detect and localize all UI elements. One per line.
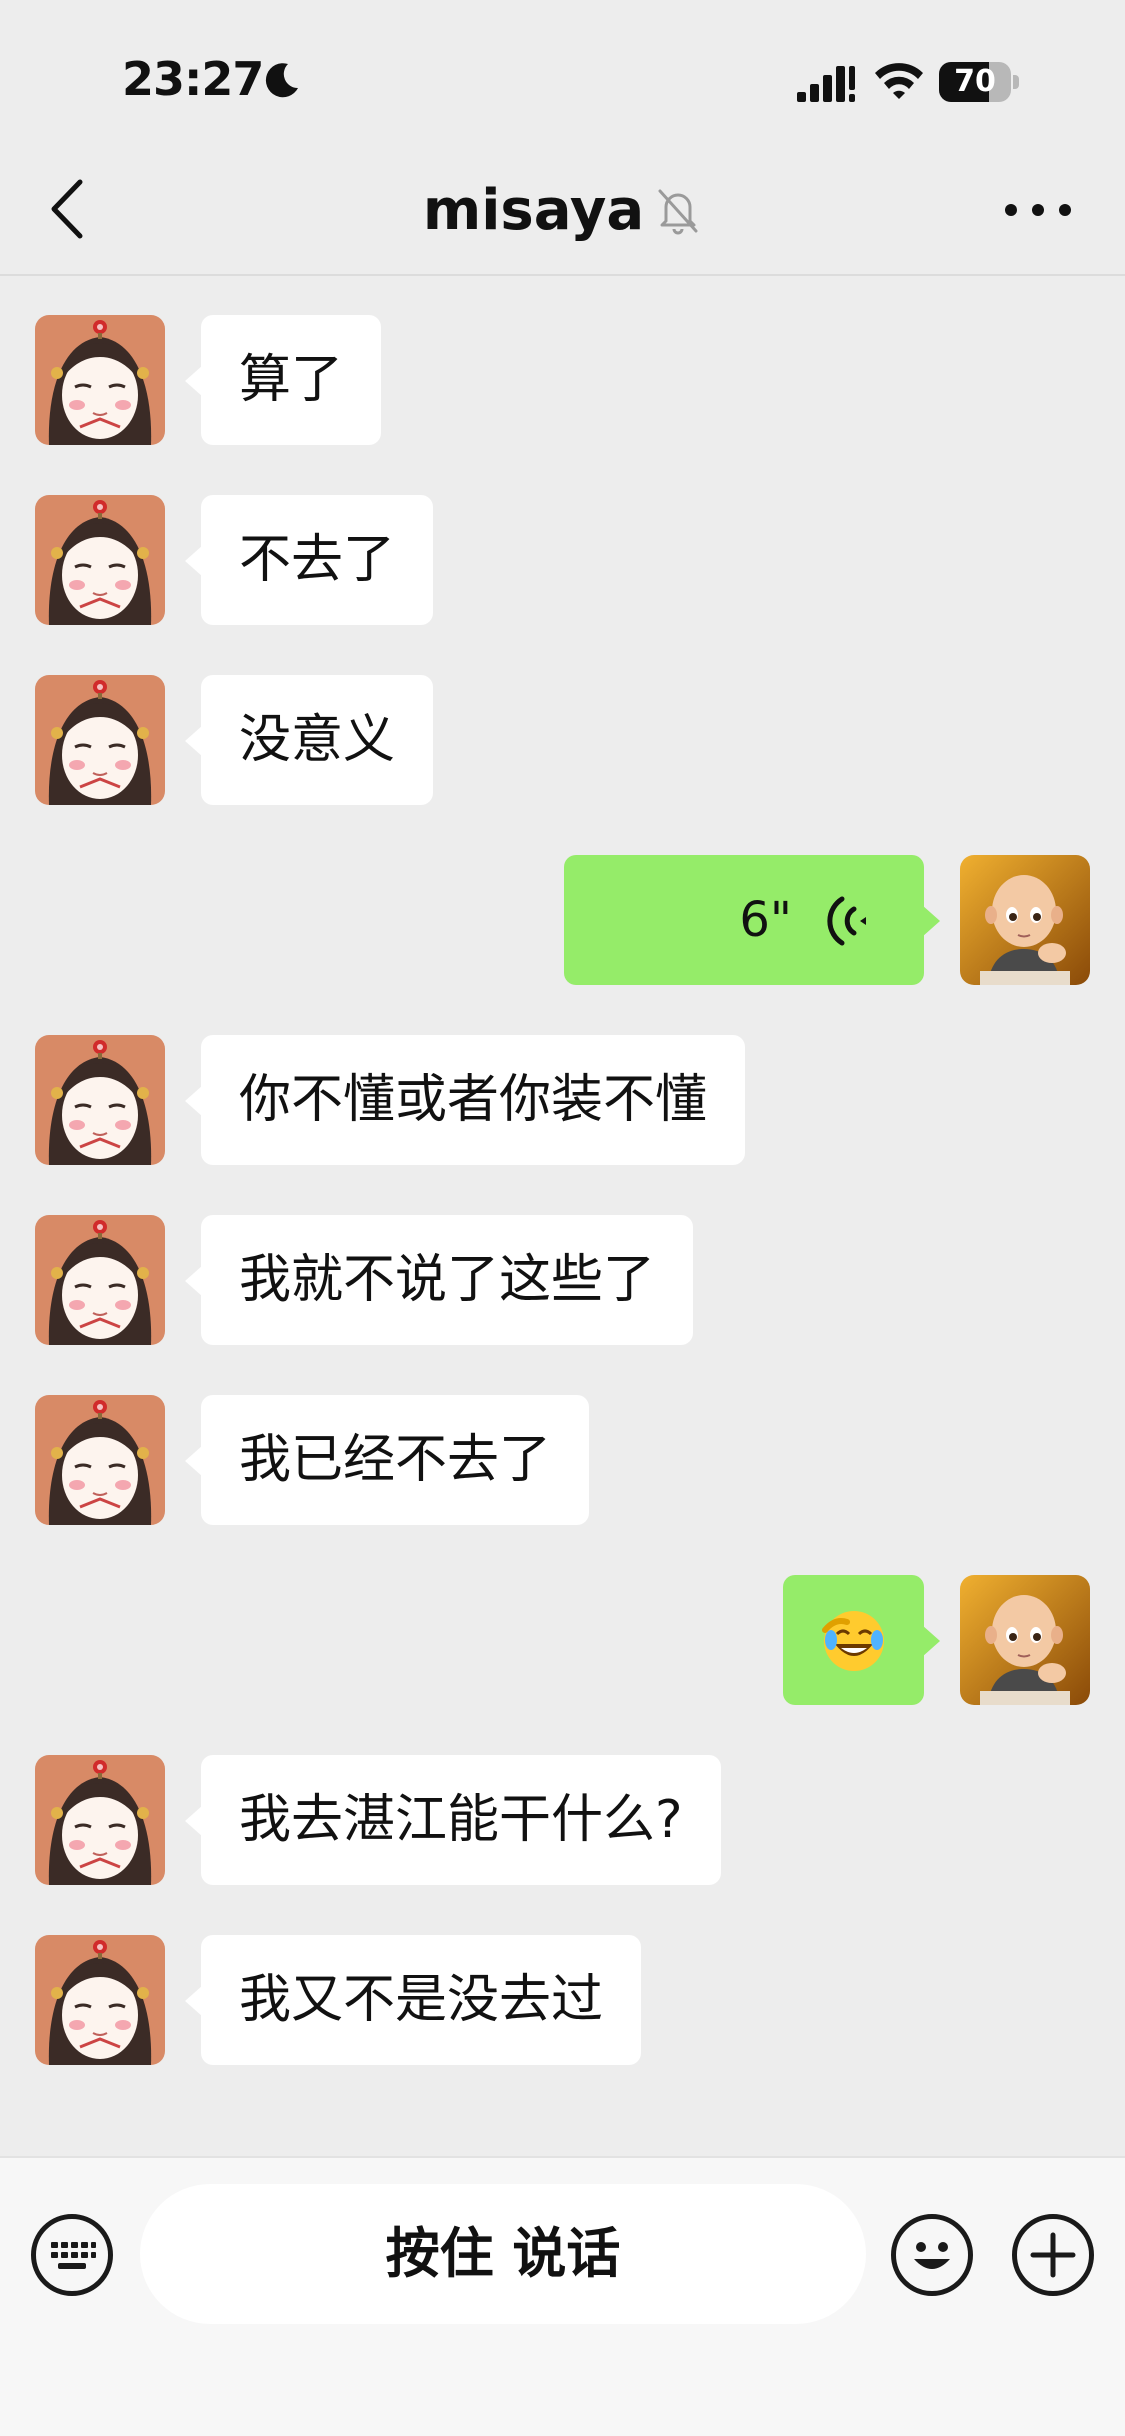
bell-slash-icon — [658, 189, 698, 234]
contact-avatar[interactable] — [35, 1395, 165, 1525]
ellipsis-icon[interactable] — [1003, 200, 1073, 220]
message-row: 不去了 — [0, 495, 1125, 625]
my-avatar[interactable] — [960, 1575, 1090, 1705]
message-bubble[interactable]: 不去了 — [184, 495, 434, 625]
emoji-icon — [914, 2242, 950, 2269]
message-row: 我已经不去了 — [0, 1395, 1125, 1525]
message-bubble[interactable]: 我去湛江能干什么? — [185, 1755, 721, 1885]
contact-avatar[interactable] — [35, 675, 165, 805]
message-bubble[interactable]: 你不懂或者你装不懂 — [184, 1035, 746, 1165]
input-bar: 按住 说话 — [0, 2156, 1125, 2436]
status-time: 23:27 — [122, 52, 264, 106]
chat-title[interactable]: misaya — [423, 178, 644, 243]
voice-duration: 6" — [739, 892, 792, 948]
message-bubble[interactable]: 我已经不去了 — [184, 1395, 590, 1525]
message-bubble[interactable]: 我又不是没去过 — [184, 1935, 642, 2065]
emoji-message-bubble[interactable] — [783, 1575, 940, 1705]
contact-avatar[interactable] — [35, 1035, 165, 1165]
message-row: 我去湛江能干什么? — [0, 1755, 1125, 1885]
message-row: 我又不是没去过 — [0, 1935, 1125, 2065]
contact-avatar[interactable] — [35, 1935, 165, 2065]
moon-icon — [265, 63, 298, 98]
message-row: 我就不说了这些了 — [0, 1215, 1125, 1345]
message-row: 你不懂或者你装不懂 — [0, 1035, 1125, 1165]
message-bubble[interactable]: 我就不说了这些了 — [184, 1215, 694, 1345]
battery-icon: 70 — [939, 62, 1019, 102]
message-row — [0, 1575, 1125, 1705]
message-row: 没意义 — [0, 675, 1125, 805]
voice-wave-icon — [827, 896, 866, 946]
battery-level: 70 — [954, 64, 996, 99]
status-bar: 23:27 70 — [0, 0, 1125, 150]
voice-message-bubble[interactable]: 6" — [564, 855, 940, 985]
emoji-button[interactable] — [891, 2214, 973, 2296]
my-avatar[interactable] — [960, 855, 1090, 985]
plus-button[interactable] — [1012, 2214, 1094, 2296]
chat-header: misaya — [0, 150, 1125, 276]
plus-icon — [1030, 2232, 1076, 2278]
wifi-icon — [875, 63, 923, 99]
message-bubble[interactable]: 没意义 — [184, 675, 434, 805]
contact-avatar[interactable] — [35, 315, 165, 445]
contact-avatar[interactable] — [35, 1215, 165, 1345]
message-bubble[interactable]: 算了 — [184, 315, 382, 445]
message-row: 6" — [0, 855, 1125, 985]
keyboard-icon — [51, 2242, 96, 2269]
contact-avatar[interactable] — [35, 1755, 165, 1885]
message-row: 算了 — [0, 315, 1125, 445]
laughing-emoji-icon — [822, 1611, 884, 1671]
keyboard-button[interactable] — [31, 2214, 113, 2296]
signal-icon — [797, 66, 855, 102]
hold-to-talk-button[interactable]: 按住 说话 — [140, 2184, 866, 2324]
contact-avatar[interactable] — [35, 495, 165, 625]
